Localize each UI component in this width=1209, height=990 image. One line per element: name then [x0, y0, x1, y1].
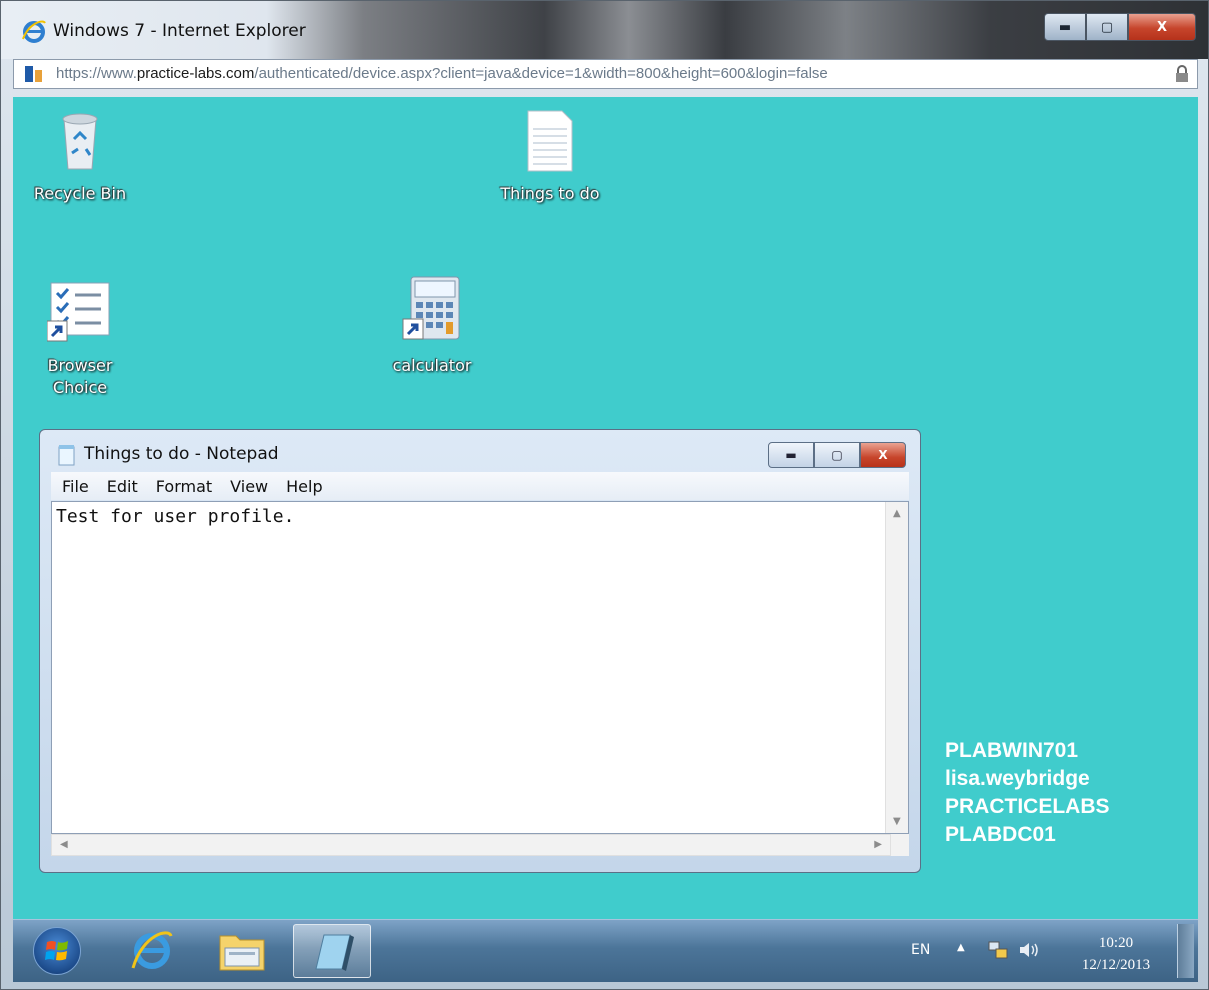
- ie-minimize-button[interactable]: ▬: [1044, 13, 1086, 41]
- horizontal-scrollbar[interactable]: ◀ ▶: [51, 834, 891, 856]
- desktop-icon-label: calculator: [392, 356, 472, 375]
- language-indicator[interactable]: EN: [911, 942, 930, 958]
- volume-icon[interactable]: [1017, 940, 1041, 960]
- start-button[interactable]: [33, 927, 81, 975]
- bginfo-dc: PLABDC01: [945, 823, 1056, 846]
- ie-window: Windows 7 - Internet Explorer ▬ ▢ X http…: [0, 0, 1209, 990]
- scroll-up-arrow-icon[interactable]: ▲: [893, 508, 901, 519]
- url-scheme: https://www.: [56, 65, 137, 82]
- menu-edit[interactable]: Edit: [98, 477, 147, 496]
- scroll-left-arrow-icon[interactable]: ◀: [60, 839, 68, 850]
- clock-date: 12/12/2013: [1081, 957, 1151, 973]
- site-favicon-icon: [25, 66, 42, 82]
- system-clock[interactable]: 10:20 12/12/2013: [1063, 932, 1169, 976]
- vertical-scrollbar[interactable]: ▲ ▼: [885, 502, 908, 833]
- desktop-icon-recycle-bin[interactable]: Recycle Bin: [25, 109, 135, 205]
- calculator-icon: [402, 276, 460, 340]
- notepad-text-area[interactable]: Test for user profile. ▲ ▼: [51, 501, 909, 834]
- tray-expand-arrow-icon[interactable]: ▲: [957, 942, 965, 953]
- notepad-menubar: File Edit Format View Help: [51, 472, 909, 500]
- desktop-icon-label: Things to do: [500, 184, 600, 203]
- show-desktop-button[interactable]: [1177, 924, 1194, 978]
- ie-window-title: Windows 7 - Internet Explorer: [53, 21, 306, 41]
- notepad-maximize-button[interactable]: ▢: [814, 442, 860, 468]
- browser-choice-icon: [46, 282, 110, 342]
- url-path: /authenticated/device.aspx?client=java&d…: [254, 65, 828, 82]
- scroll-down-arrow-icon[interactable]: ▼: [893, 816, 901, 827]
- folder-icon: [219, 935, 265, 971]
- ie-maximize-button[interactable]: ▢: [1086, 13, 1128, 41]
- notepad-icon: [58, 445, 75, 466]
- desktop-icon-label-line1: Browser: [47, 356, 113, 375]
- internet-explorer-icon: [131, 931, 173, 969]
- clock-time: 10:20: [1098, 935, 1134, 951]
- desktop-icon-label: Recycle Bin: [33, 184, 127, 203]
- notepad-title: Things to do - Notepad: [84, 444, 279, 464]
- notepad-window[interactable]: Things to do - Notepad ▬ ▢ X File Edit F…: [39, 429, 921, 873]
- text-file-icon: [527, 110, 573, 172]
- taskbar: EN ▲ 10:20 12/12/2013: [13, 919, 1198, 982]
- ie-titlebar[interactable]: Windows 7 - Internet Explorer ▬ ▢ X: [1, 1, 1208, 59]
- bginfo-user: lisa.weybridge: [945, 767, 1090, 790]
- taskbar-ie-button[interactable]: [113, 924, 191, 978]
- ie-logo-icon: [22, 20, 46, 43]
- notepad-minimize-button[interactable]: ▬: [768, 442, 814, 468]
- taskbar-notepad-button[interactable]: [293, 924, 371, 978]
- notepad-close-button[interactable]: X: [860, 442, 906, 468]
- taskbar-explorer-button[interactable]: [203, 924, 281, 978]
- address-bar[interactable]: https://www.practice-labs.com/authentica…: [13, 59, 1198, 89]
- notepad-content[interactable]: Test for user profile.: [56, 506, 294, 527]
- menu-format[interactable]: Format: [147, 477, 221, 496]
- bginfo-domain: PRACTICELABS: [945, 795, 1110, 818]
- menu-help[interactable]: Help: [277, 477, 331, 496]
- desktop-icon-label-line2: Choice: [52, 378, 108, 397]
- desktop-icon-things-to-do[interactable]: Things to do: [495, 109, 605, 205]
- recycle-bin-icon: [62, 113, 98, 170]
- windows-logo-icon: [45, 941, 68, 961]
- address-url[interactable]: https://www.practice-labs.com/authentica…: [56, 65, 828, 82]
- resize-grip-icon[interactable]: [891, 834, 909, 856]
- desktop-icon-calculator[interactable]: calculator: [377, 275, 487, 377]
- lock-icon[interactable]: [1175, 65, 1189, 83]
- ie-close-button[interactable]: X: [1128, 13, 1196, 41]
- scroll-right-arrow-icon[interactable]: ▶: [874, 839, 882, 850]
- bginfo-overlay: PLABWIN701 lisa.weybridge PRACTICELABS P…: [945, 737, 1110, 849]
- notepad-taskbar-icon: [315, 934, 354, 971]
- menu-view[interactable]: View: [221, 477, 277, 496]
- bginfo-host: PLABWIN701: [945, 739, 1079, 762]
- remote-desktop[interactable]: Recycle Bin Things to do Browser Choice …: [13, 97, 1198, 919]
- desktop-icon-browser-choice[interactable]: Browser Choice: [25, 279, 135, 399]
- menu-file[interactable]: File: [51, 477, 98, 496]
- url-host: practice-labs.com: [136, 65, 255, 82]
- network-icon[interactable]: [987, 940, 1009, 960]
